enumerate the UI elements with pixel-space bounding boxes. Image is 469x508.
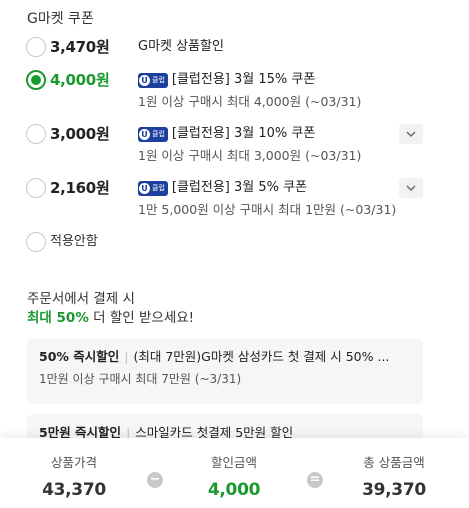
coupon-option-1[interactable]: 3,470원 G마켓 상품할인	[26, 37, 446, 59]
coupon-option-none[interactable]: 적용안함	[26, 232, 446, 254]
coupon-title: G마켓 상품할인	[138, 39, 224, 54]
expand-chevron-button[interactable]	[399, 124, 423, 144]
promo-highlight-text: 최대 50% 더 할인 받으세요!	[27, 310, 195, 326]
coupon-option-4[interactable]: 2,160원 U 클럽 [클럽전용] 3월 5% 쿠폰 1만 5,000원 이상 …	[26, 178, 446, 222]
coupon-condition: 1만 5,000원 이상 구매시 최대 1만원 (~03/31)	[138, 202, 397, 217]
coupon-title: [클럽전용] 3월 15% 쿠폰	[171, 72, 316, 87]
coupon-condition: 1원 이상 구매시 최대 3,000원 (~03/31)	[138, 148, 362, 163]
equals-icon: =	[307, 472, 323, 488]
card-discount-desc: (최대 7만원)G마켓 삼성카드 첫 결제 시 50% ...	[133, 349, 390, 364]
total-label: 총 상품금액	[363, 455, 425, 470]
coupon-price: 3,470원	[50, 38, 110, 56]
not-apply-label: 적용안함	[50, 234, 98, 249]
promo-text: 주문서에서 결제 시	[27, 291, 135, 307]
coupon-condition: 1원 이상 구매시 최대 4,000원 (~03/31)	[138, 94, 362, 109]
discount-value: 4,000	[207, 480, 261, 500]
coupon-price: 2,160원	[50, 179, 110, 197]
discount-label: 할인금액	[210, 455, 257, 470]
expand-chevron-button[interactable]	[399, 178, 423, 198]
coupon-price: 3,000원	[50, 125, 110, 143]
chevron-down-icon	[406, 131, 416, 137]
chevron-down-icon	[406, 185, 416, 191]
total-value: 39,370	[362, 480, 426, 500]
coupon-title: [클럽전용] 3월 10% 쿠폰	[171, 126, 316, 141]
product-price-label: 상품가격	[50, 455, 97, 470]
club-badge-icon: U 클럽	[138, 180, 168, 196]
coupon-price: 4,000원	[50, 71, 110, 89]
coupon-title: [클럽전용] 3월 5% 쿠폰	[171, 180, 308, 195]
radio-unchecked-icon[interactable]	[26, 37, 46, 57]
club-badge-icon: U 클럽	[138, 72, 168, 88]
minus-icon: −	[147, 472, 163, 488]
radio-unchecked-icon[interactable]	[26, 232, 46, 252]
card-discount-title: 50% 즉시할인	[39, 349, 120, 364]
coupon-option-3[interactable]: 3,000원 U 클럽 [클럽전용] 3월 10% 쿠폰 1원 이상 구매시 최대…	[26, 124, 446, 168]
coupon-option-2[interactable]: 4,000원 U 클럽 [클럽전용] 3월 15% 쿠폰 1원 이상 구매시 최대…	[26, 70, 446, 114]
section-title: G마켓 쿠폰	[27, 11, 94, 27]
club-badge-icon: U 클럽	[138, 126, 168, 142]
radio-unchecked-icon[interactable]	[26, 178, 46, 198]
radio-checked-icon[interactable]	[26, 70, 46, 90]
card-discount-condition: 1만원 이상 구매시 최대 7만원 (~3/31)	[39, 372, 242, 386]
radio-unchecked-icon[interactable]	[26, 124, 46, 144]
card-discount-item[interactable]: 50% 즉시할인 | (최대 7만원)G마켓 삼성카드 첫 결제 시 50% ...…	[27, 338, 423, 404]
price-summary-bar: 상품가격 43,370 − 할인금액 4,000 = 총 상품금액 39,370	[0, 438, 469, 508]
product-price-value: 43,370	[42, 480, 106, 500]
